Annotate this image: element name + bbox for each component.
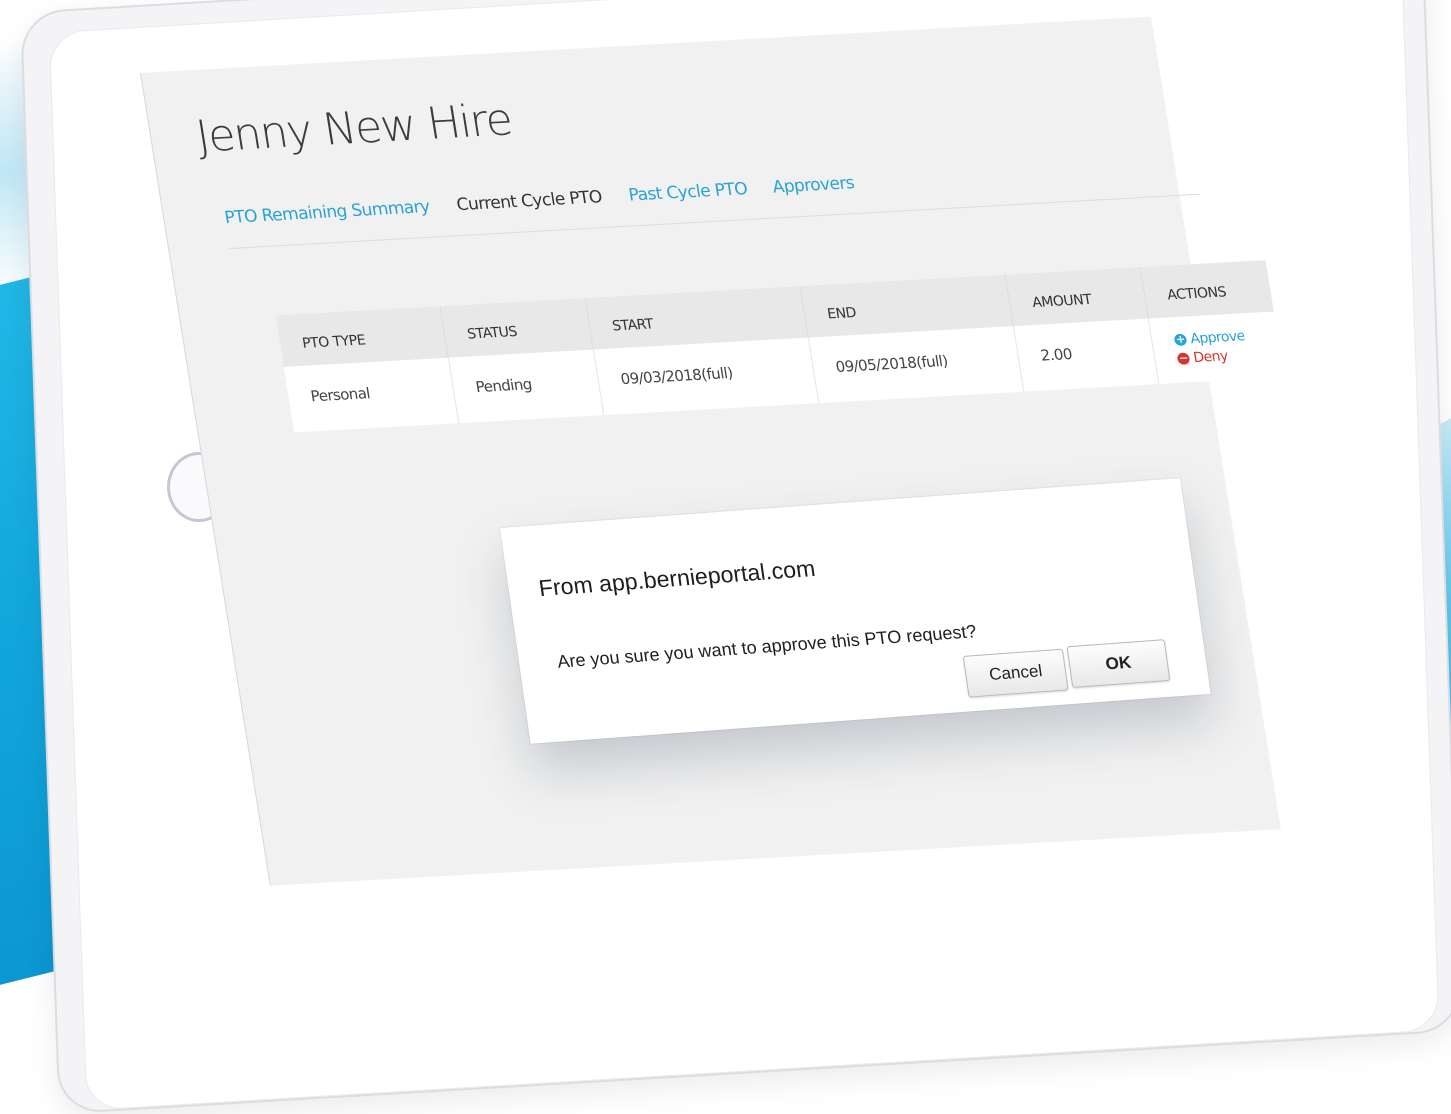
approve-button[interactable]: + Approve <box>1173 328 1246 348</box>
page-title: Jenny New Hire <box>192 94 516 163</box>
ok-button[interactable]: OK <box>1066 639 1171 688</box>
minus-circle-icon: − <box>1176 351 1191 365</box>
cell-start: 09/03/2018(full) <box>593 337 819 416</box>
dialog-title: From app.bernieportal.com <box>537 555 817 602</box>
tab-past-cycle-pto[interactable]: Past Cycle PTO <box>627 179 748 205</box>
cell-end: 09/05/2018(full) <box>808 326 1024 404</box>
cell-pto-type: Personal <box>283 357 459 433</box>
cancel-button[interactable]: Cancel <box>962 648 1069 698</box>
approve-label: Approve <box>1189 328 1246 348</box>
column-header-status: STATUS <box>440 298 594 358</box>
deny-label: Deny <box>1192 348 1229 367</box>
plus-circle-icon: + <box>1173 332 1188 347</box>
tab-approvers[interactable]: Approvers <box>771 173 855 197</box>
cell-status: Pending <box>448 349 604 424</box>
cell-actions: + Approve − Deny <box>1148 311 1285 385</box>
column-header-amount: AMOUNT <box>1005 267 1149 327</box>
dialog-message: Are you sure you want to approve this PT… <box>555 621 978 672</box>
app-screen: Jenny New Hire PTO Remaining Summary Cur… <box>140 16 1285 886</box>
tab-bar: PTO Remaining Summary Current Cycle PTO … <box>223 154 1200 249</box>
column-header-actions: ACTIONS <box>1140 260 1274 319</box>
cell-amount: 2.00 <box>1013 318 1159 392</box>
tab-current-cycle-pto[interactable]: Current Cycle PTO <box>455 187 603 215</box>
tab-pto-remaining-summary[interactable]: PTO Remaining Summary <box>223 197 431 228</box>
column-header-pto-type: PTO TYPE <box>275 306 449 367</box>
deny-button[interactable]: − Deny <box>1176 348 1229 367</box>
pto-table: PTO TYPE STATUS START END AMOUNT ACTIONS… <box>275 260 1285 433</box>
